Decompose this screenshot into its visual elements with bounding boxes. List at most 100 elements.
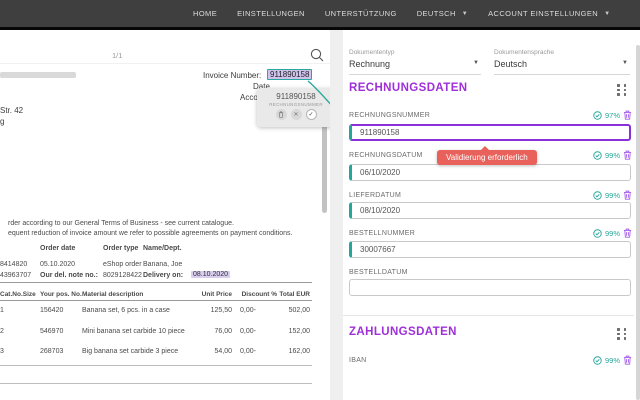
delivery-note-label: Our del. note no.: — [40, 272, 98, 279]
nav-account-settings-menu[interactable]: ACCOUNT EINSTELLUNGEN ▼ — [488, 9, 610, 18]
panel-gap — [330, 30, 343, 400]
terms-line: equent reduction of invoice amount we re… — [8, 230, 293, 237]
trash-icon — [623, 355, 632, 365]
check-circle-icon — [593, 190, 602, 200]
item-cell: 1 — [0, 307, 4, 314]
nav-account-settings-label: ACCOUNT EINSTELLUNGEN — [488, 9, 599, 18]
close-icon: ✕ — [293, 112, 299, 118]
chevron-down-icon: ▼ — [473, 60, 479, 66]
confidence-value: 97% — [604, 110, 620, 120]
delivery-note-value: 8029128422 — [103, 272, 142, 279]
annotation-value: 911890158 — [276, 92, 316, 101]
confidence-value: 99% — [604, 228, 620, 238]
annotation-popup: 911890158 RECHNUNGSNUMMER ✕ ✓ — [257, 88, 335, 127]
order-date: 05.10.2020 — [40, 261, 76, 268]
chevron-down-icon: ▼ — [604, 10, 611, 17]
top-navbar: HOME EINSTELLUNGEN UNTERSTÜTZUNG DEUTSCH… — [0, 0, 640, 27]
item-cell: Banana set, 6 pcs. in a case — [82, 307, 170, 314]
section-drag-handle[interactable] — [617, 328, 628, 340]
item-cell: Big banana set carbide 3 piece — [82, 348, 179, 355]
item-cell: 0,00- — [240, 307, 256, 314]
item-cell: 152,00 — [288, 328, 310, 335]
items-header: Unit Price — [201, 291, 232, 298]
address-fragment: Str. 42 — [0, 106, 24, 115]
nav-language-menu[interactable]: DEUTSCH ▼ — [417, 9, 468, 18]
nav-einstellungen[interactable]: EINSTELLUNGEN — [237, 9, 305, 18]
item-cell: 76,00 — [214, 328, 232, 335]
trash-icon — [278, 111, 284, 118]
validation-tooltip-text: Validierung erforderlich — [446, 153, 528, 162]
page-indicator: 1/1 — [112, 51, 123, 60]
trash-icon — [623, 110, 632, 120]
confidence-value: 99% — [604, 190, 620, 200]
field-badge: 99% — [593, 190, 632, 200]
zoom-search-icon[interactable] — [309, 47, 325, 63]
order-header-name: Name/Dept. — [143, 245, 182, 252]
item-cell: 54,00 — [214, 348, 232, 355]
invoice-account-label: Acco — [240, 93, 258, 102]
field-label-rechnungsnummer: RECHNUNGSNUMMER — [349, 112, 431, 119]
section-title-rechnungsdaten: RECHNUNGSDATEN — [349, 82, 468, 94]
item-cell: 2 — [0, 328, 4, 335]
trash-icon — [623, 150, 632, 160]
item-cell: 125,50 — [210, 307, 232, 314]
document-language-select[interactable]: Dokumentensprache Deutsch ▼ — [494, 49, 630, 75]
invoice-logo-placeholder — [0, 72, 76, 78]
annotation-confirm-button[interactable]: ✓ — [305, 109, 317, 120]
section-divider — [343, 315, 634, 316]
nav-unterstuetzung-label: UNTERSTÜTZUNG — [324, 9, 397, 18]
terms-line: rder according to our General Terms of B… — [8, 220, 234, 227]
order-header-date: Order date — [40, 245, 76, 252]
annotation-actions: ✕ ✓ — [257, 109, 335, 120]
panel-scrollbar[interactable] — [636, 45, 640, 400]
order-number: 8414820 — [0, 261, 28, 268]
field-delete-button[interactable] — [623, 190, 632, 200]
item-cell: 0,00- — [240, 348, 256, 355]
app-window: HOME EINSTELLUNGEN UNTERSTÜTZUNG DEUTSCH… — [0, 0, 640, 400]
order-header-type: Order type — [103, 245, 139, 252]
nav-home[interactable]: HOME — [193, 9, 217, 18]
input-bestellnummer[interactable] — [349, 241, 631, 258]
field-label-rechnungsdatum: RECHNUNGSDATUM — [349, 152, 423, 159]
field-delete-button[interactable] — [623, 150, 632, 160]
check-icon: ✓ — [308, 112, 314, 118]
check-circle-icon — [593, 228, 602, 238]
chevron-down-icon: ▼ — [622, 60, 628, 66]
item-cell: 0,00- — [240, 328, 256, 335]
item-cell: 502,00 — [288, 307, 310, 314]
delivery-date-highlight[interactable]: 08.10.2020 — [191, 271, 231, 278]
table-rule — [0, 383, 312, 384]
delivery-on-label: Delivery on: — [143, 272, 184, 279]
field-delete-button[interactable] — [623, 228, 632, 238]
delivery-note-number: 43963707 — [0, 272, 32, 279]
section-drag-handle[interactable] — [617, 84, 628, 96]
document-type-select[interactable]: Dokumententyp Rechnung ▼ — [349, 49, 481, 75]
check-circle-icon — [593, 150, 602, 160]
item-cell: 268703 — [40, 348, 64, 355]
document-viewer: 1/1 Invoice Number: 911890158 Date Acco … — [0, 30, 330, 400]
confidence-value: 99% — [604, 355, 620, 365]
invoice-number-highlight[interactable]: 911890158 — [267, 69, 313, 80]
section-title-zahlungsdaten: ZAHLUNGSDATEN — [349, 326, 457, 338]
input-lieferdatum[interactable] — [349, 202, 631, 219]
field-badge: 99% — [593, 150, 632, 160]
item-cell: Mini banana set carbide 10 piece — [82, 328, 185, 335]
field-label-iban: IBAN — [349, 357, 367, 364]
input-bestelldatum[interactable] — [349, 279, 631, 296]
nav-unterstuetzung[interactable]: UNTERSTÜTZUNG — [325, 9, 397, 18]
input-rechnungsdatum[interactable] — [349, 164, 631, 181]
input-rechnungsnummer[interactable] — [349, 124, 631, 141]
annotation-field-name: RECHNUNGSNUMMER — [269, 102, 323, 107]
table-rule — [0, 365, 312, 366]
field-delete-button[interactable] — [623, 355, 632, 365]
field-badge: 99% — [593, 355, 632, 365]
annotation-cancel-button[interactable]: ✕ — [290, 109, 302, 120]
document-language-value: Deutsch — [494, 59, 528, 69]
annotation-delete-button[interactable] — [275, 109, 287, 120]
table-rule — [0, 282, 312, 283]
nav-language-label: DEUTSCH — [416, 9, 456, 18]
items-header: Material description — [82, 291, 144, 298]
document-type-label: Dokumententyp — [349, 49, 395, 56]
trash-icon — [623, 190, 632, 200]
field-delete-button[interactable] — [623, 110, 632, 120]
